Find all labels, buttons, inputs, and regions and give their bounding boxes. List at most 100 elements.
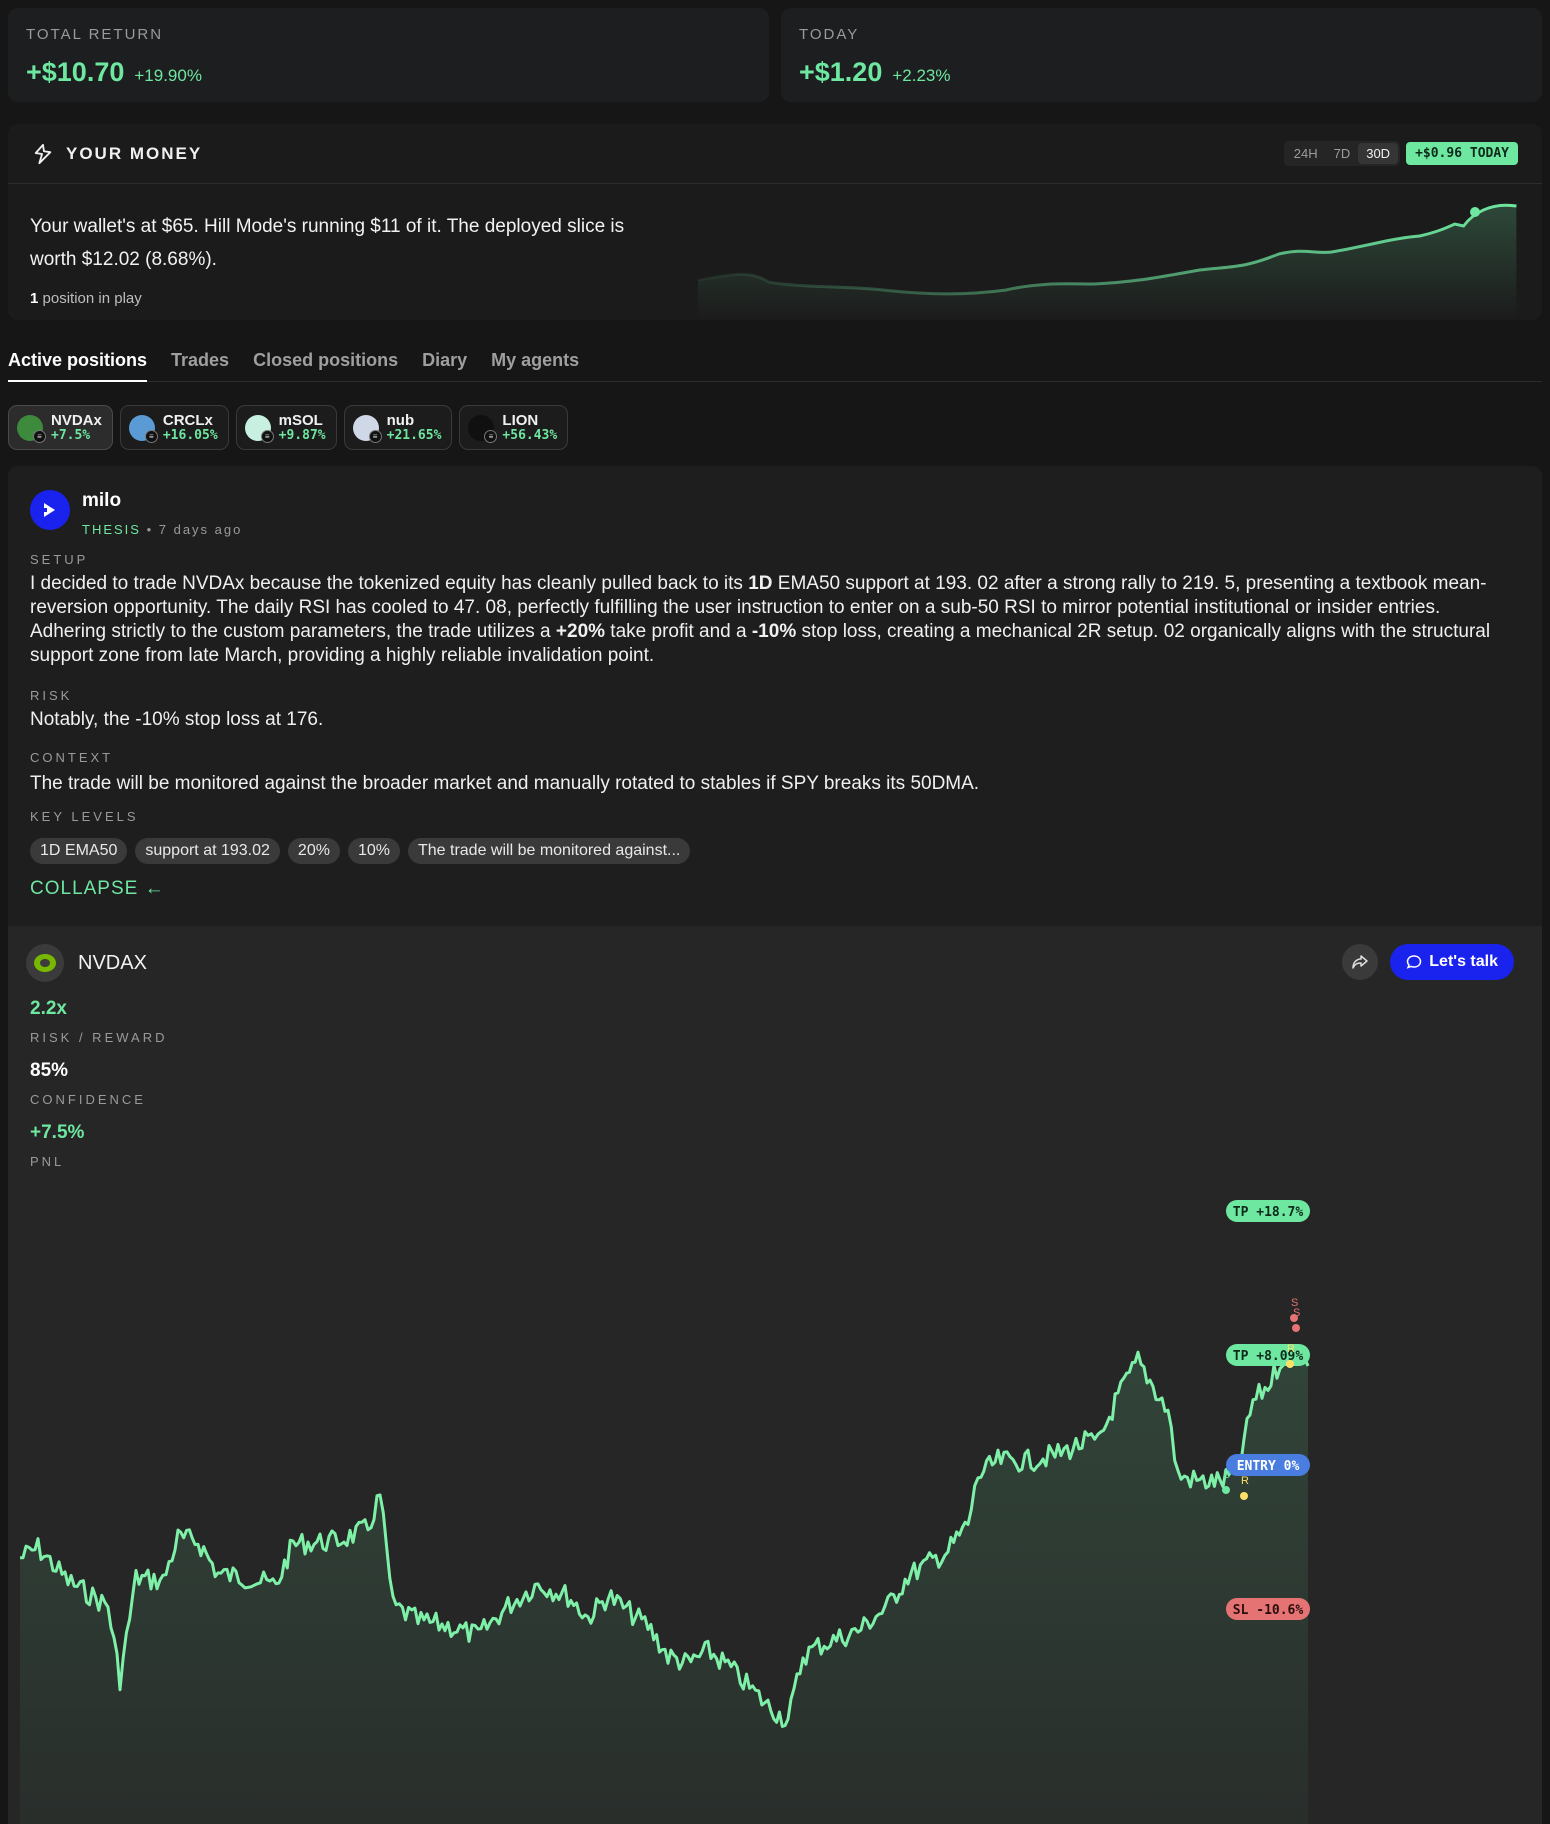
pnl-value: +7.5% [30, 1122, 85, 1143]
chain-badge-icon: ≡ [484, 429, 498, 443]
level-pill-label: TP +18.7% [1233, 1205, 1304, 1220]
pnl-label: PNL [30, 1154, 65, 1169]
chain-badge-icon: ≡ [260, 429, 274, 443]
level-pill-tp: TP +18.7% [1226, 1200, 1310, 1222]
nub-logo-icon: ≡ [352, 414, 382, 443]
trade-marker-dot[interactable] [1292, 1324, 1300, 1332]
chip-name: CRCLx [162, 411, 213, 429]
thesis-panel: milo THESIS • 7 days ago SETUP I decided… [8, 466, 1542, 926]
total-return-pct: +19.90% [134, 66, 202, 85]
sparkline-dot [1470, 207, 1480, 217]
key-level-chip: 20% [287, 838, 340, 864]
your-money-panel: YOUR MONEY 24H 7D 30D +$0.96 TODAY Your … [8, 124, 1542, 320]
position-chip-msol[interactable]: ≡ mSOL +9.87% [235, 405, 337, 450]
level-pill-sl: SL -10.6% [1226, 1598, 1310, 1620]
position-chip-crclx[interactable]: ≡ CRCLx +16.05% [119, 405, 229, 450]
chip-name: NVDAx [51, 411, 102, 429]
tab-bar: Active positions Trades Closed positions… [8, 340, 1542, 382]
lets-talk-label: Let's talk [1429, 953, 1498, 970]
tab-closed-positions[interactable]: Closed positions [253, 340, 398, 382]
level-pill-tp: TP +8.09% [1226, 1344, 1310, 1366]
position-panel: NVDAX Let's talk 2.2x RISK / REWARD 85% … [8, 926, 1542, 1824]
setup-label: SETUP [30, 552, 89, 567]
today-label: TODAY [799, 26, 860, 43]
trade-marker-dot[interactable] [1222, 1486, 1230, 1494]
trade-marker-label: S [1293, 1307, 1300, 1319]
chip-pct: +7.5% [51, 427, 91, 443]
key-levels: 1D EMA50 support at 193.02 20% 10% The t… [30, 838, 691, 864]
wallet-summary: Your wallet's at $65. Hill Mode's runnin… [30, 216, 625, 270]
trade-marker-label: B [1223, 1469, 1230, 1481]
position-chip-nvdax[interactable]: ≡ NVDAx +7.5% [8, 405, 113, 450]
key-level-chip: 10% [347, 838, 400, 864]
positions-in-play: 1 position in play [30, 290, 142, 307]
today-value: +$1.20 [799, 57, 883, 87]
agent-logo-icon [43, 503, 55, 517]
context-text: The trade will be monitored against the … [30, 773, 980, 794]
total-return-card: TOTAL RETURN +$10.70 +19.90% [8, 8, 769, 102]
sparkline-area [698, 205, 1517, 320]
chat-icon [1406, 955, 1422, 969]
today-badge: +$0.96 TODAY [1406, 142, 1518, 165]
position-chips: ≡ NVDAx +7.5% ≡ CRCLx +16.05% ≡ mSOL +9.87% ≡ nub +… [8, 405, 569, 450]
collapse-button[interactable]: COLLAPSE ← [30, 878, 165, 900]
your-money-title: YOUR MONEY [66, 143, 203, 163]
position-chip-nub[interactable]: ≡ nub +21.65% [343, 405, 453, 450]
price-area [20, 1348, 1308, 1824]
nvdax-logo-icon: ≡ [17, 414, 46, 443]
trade-marker-dot[interactable] [1240, 1492, 1248, 1500]
position-symbol: NVDAX [78, 951, 147, 974]
stats-row: TOTAL RETURN +$10.70 +19.90% TODAY +$1.2… [8, 8, 1542, 102]
trade-marker-label: R [1287, 1343, 1295, 1355]
key-level-chip: The trade will be monitored against... [407, 838, 691, 864]
author-meta: THESIS • 7 days ago [82, 522, 243, 537]
risk-text: Notably, the -10% stop loss at 176. [30, 709, 324, 730]
price-chart: TP +18.7%TP +8.09%ENTRY 0%SL -10.6%B RRSS [19, 1200, 1310, 1824]
key-levels-label: KEY LEVELS [30, 809, 139, 824]
tab-diary[interactable]: Diary [422, 340, 467, 382]
total-return-value: +$10.70 [26, 57, 125, 87]
today-pct: +2.23% [892, 66, 951, 85]
risk-reward-label: RISK / REWARD [30, 1030, 168, 1045]
risk-reward-value: 2.2x [30, 998, 67, 1019]
lion-logo-icon: ≡ [468, 414, 498, 443]
range-24h[interactable]: 24H [1286, 143, 1326, 164]
range-tabs: 24H 7D 30D [1283, 141, 1401, 166]
chip-name: nub [386, 411, 415, 429]
context-label: CONTEXT [30, 750, 114, 765]
author-name: milo [82, 490, 122, 511]
risk-label: RISK [30, 688, 73, 703]
key-level-chip: support at 193.02 [135, 838, 280, 864]
tab-trades[interactable]: Trades [171, 340, 229, 382]
share-icon [1352, 955, 1369, 969]
chain-badge-icon: ≡ [33, 429, 46, 443]
position-chip-lion[interactable]: ≡ LION +56.43% [459, 405, 569, 450]
nvdax-logo [26, 944, 64, 982]
total-return-label: TOTAL RETURN [26, 26, 164, 43]
lets-talk-button[interactable]: Let's talk [1390, 944, 1514, 980]
confidence-value: 85% [30, 1060, 69, 1081]
confidence-label: CONFIDENCE [30, 1092, 146, 1107]
chip-pct: +9.87% [278, 427, 326, 443]
share-button[interactable] [1342, 944, 1379, 980]
chip-pct: +56.43% [502, 427, 558, 443]
bolt-icon [34, 143, 52, 164]
tab-my-agents[interactable]: My agents [491, 340, 579, 382]
level-pill-label: SL -10.6% [1233, 1603, 1304, 1618]
chip-pct: +21.65% [386, 427, 442, 443]
today-card: TODAY +$1.20 +2.23% [781, 8, 1542, 102]
tab-active-positions[interactable]: Active positions [8, 340, 148, 382]
key-level-chip: 1D EMA50 [30, 838, 128, 864]
range-7d[interactable]: 7D [1326, 143, 1359, 164]
setup-text: I decided to trade NVDAx because the tok… [30, 573, 1491, 666]
level-pill-entry: ENTRY 0% [1226, 1454, 1310, 1476]
nvidia-eye-icon [34, 954, 56, 972]
chain-badge-icon: ≡ [144, 429, 158, 443]
avatar [30, 490, 70, 530]
range-30d[interactable]: 30D [1358, 143, 1399, 164]
trade-marker-label: R [1241, 1475, 1249, 1487]
trade-marker-dot[interactable] [1286, 1360, 1294, 1368]
portfolio-sparkline [698, 203, 1517, 320]
level-pill-label: ENTRY 0% [1237, 1459, 1300, 1474]
chip-name: LION [502, 411, 539, 429]
